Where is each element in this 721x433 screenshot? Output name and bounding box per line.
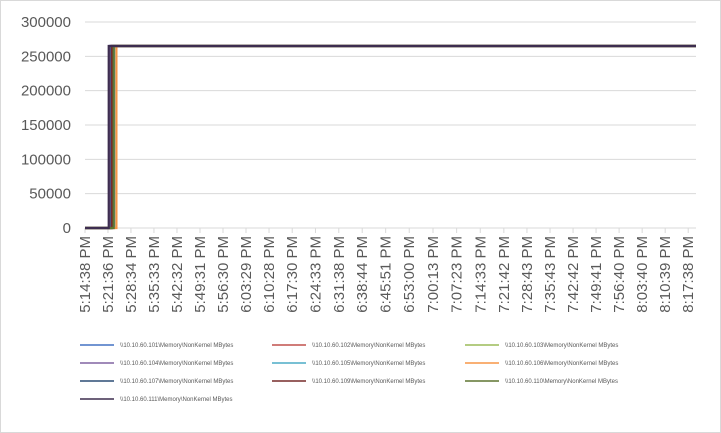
- legend-entry: \\10.10.60.102\Memory\NonKernel MBytes: [312, 343, 425, 349]
- x-tick-label: 5:49:31 PM: [192, 236, 209, 313]
- x-tick-label: 8:10:39 PM: [657, 236, 674, 313]
- x-tick-label: 6:38:44 PM: [354, 236, 371, 313]
- x-tick-label: 7:14:33 PM: [472, 236, 489, 313]
- series-line-5: [85, 44, 696, 230]
- series-line-1: [85, 44, 696, 230]
- y-tick-label: 300000: [21, 14, 71, 31]
- x-tick-label: 6:24:33 PM: [307, 236, 324, 313]
- x-tick-label: 6:45:51 PM: [378, 236, 395, 313]
- series-line-3: [85, 44, 696, 230]
- legend-entry: \\10.10.60.103\Memory\NonKernel MBytes: [505, 343, 618, 349]
- y-tick-label: 150000: [21, 117, 71, 134]
- x-tick-label: 5:42:32 PM: [169, 236, 186, 313]
- y-tick-label: 200000: [21, 83, 71, 100]
- x-tick-label: 7:35:43 PM: [542, 236, 559, 313]
- x-tick-label: 5:28:34 PM: [123, 236, 140, 313]
- x-tick-label: 7:21:42 PM: [496, 236, 513, 313]
- x-tick-label: 5:56:30 PM: [215, 236, 232, 313]
- legend-entry: \\10.10.60.111\Memory\NonKernel MBytes: [120, 397, 233, 403]
- x-tick-label: 7:49:41 PM: [588, 236, 605, 313]
- legend-entry: \\10.10.60.110\Memory\NonKernel MBytes: [505, 379, 618, 385]
- series-line-8: [85, 44, 696, 230]
- x-tick-label: 7:00:13 PM: [425, 236, 442, 313]
- x-tick-label: 6:10:28 PM: [261, 236, 278, 313]
- x-tick-label: 6:31:38 PM: [331, 236, 348, 313]
- x-tick-label: 7:07:23 PM: [449, 236, 466, 313]
- chart-container: 0 50000 100000 150000 200000 250000 300000 5:14…: [0, 0, 721, 433]
- x-tick-label: 8:17:38 PM: [680, 236, 697, 313]
- x-tick-label: 7:28:43 PM: [519, 236, 536, 313]
- x-tick-label: 8:03:40 PM: [634, 236, 651, 313]
- y-tick-label: 100000: [21, 151, 71, 168]
- series-line-9: [85, 44, 696, 230]
- x-tick-label: 6:53:00 PM: [401, 236, 418, 313]
- series-line-2: [85, 44, 696, 230]
- legend-entry: \\10.10.60.107\Memory\NonKernel MBytes: [120, 379, 233, 385]
- x-tick-label: 6:03:29 PM: [238, 236, 255, 313]
- legend-entry: \\10.10.60.109\Memory\NonKernel MBytes: [312, 379, 425, 385]
- x-tick-label: 6:17:30 PM: [284, 236, 301, 313]
- y-tick-label: 250000: [21, 48, 71, 65]
- x-tick-label: 5:21:36 PM: [100, 236, 117, 313]
- x-tick-label: 5:35:33 PM: [146, 236, 163, 313]
- line-chart: 0 50000 100000 150000 200000 250000 300000 5:14…: [21, 14, 697, 403]
- series-line-7: [85, 44, 696, 230]
- y-tick-label: 50000: [29, 186, 71, 203]
- legend-entry: \\10.10.60.106\Memory\NonKernel MBytes: [505, 361, 618, 367]
- legend-entry: \\10.10.60.101\Memory\NonKernel MBytes: [120, 343, 233, 349]
- legend-entry: \\10.10.60.105\Memory\NonKernel MBytes: [312, 361, 425, 367]
- series-line-10: [85, 44, 696, 230]
- legend-entry: \\10.10.60.104\Memory\NonKernel MBytes: [120, 361, 233, 367]
- x-tick-label: 7:42:42 PM: [565, 236, 582, 313]
- x-tick-label: 7:56:40 PM: [611, 236, 628, 313]
- x-tick-label: 5:14:38 PM: [77, 236, 94, 313]
- y-tick-label: 0: [63, 220, 71, 237]
- series-line-4: [85, 44, 696, 230]
- series-line-6: [85, 44, 696, 230]
